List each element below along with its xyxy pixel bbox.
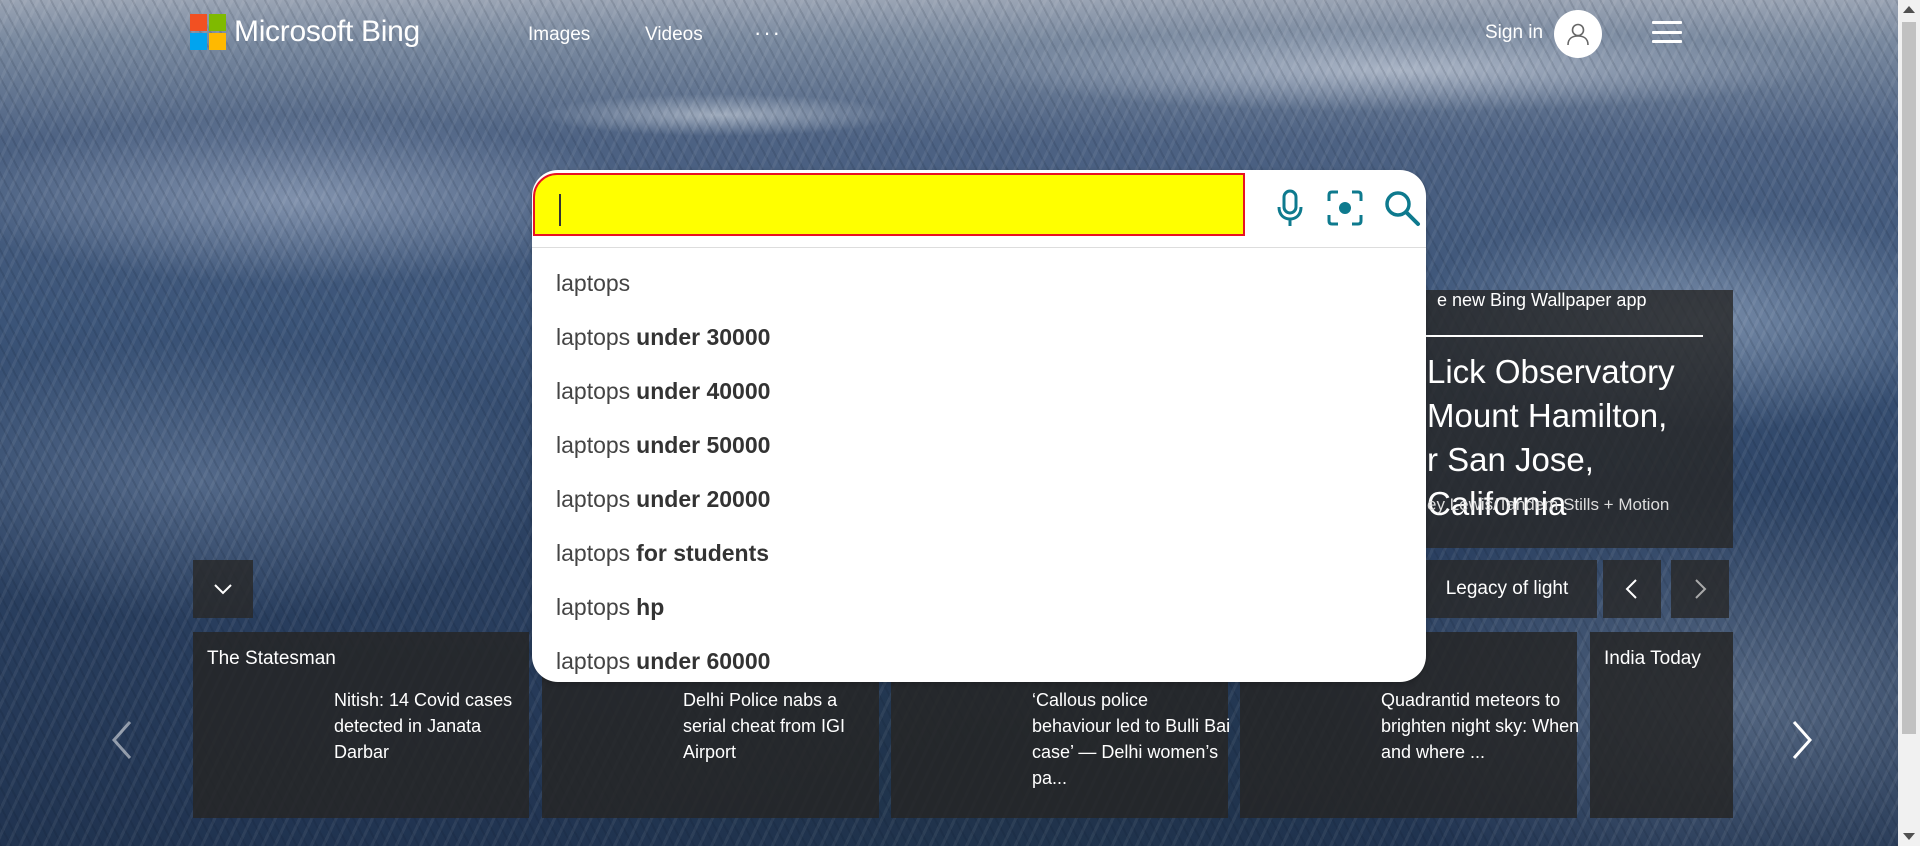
- suggestion-item[interactable]: laptops under 50000: [532, 418, 1426, 472]
- suggestion-item[interactable]: laptops: [532, 256, 1426, 310]
- suggestion-item[interactable]: laptops under 20000: [532, 472, 1426, 526]
- scroll-up-icon[interactable]: [1903, 6, 1915, 13]
- voice-search-button[interactable]: [1270, 188, 1310, 228]
- microphone-icon: [1277, 189, 1303, 226]
- wallpaper-info-card[interactable]: e new Bing Wallpaper app Lick Observator…: [1390, 290, 1733, 548]
- suggestion-item[interactable]: laptops for students: [532, 526, 1426, 580]
- news-prev-icon[interactable]: [108, 720, 138, 760]
- nav-videos[interactable]: Videos: [645, 24, 745, 46]
- wallpaper-credit: ey Lewis/Tandem Stills + Motion: [1427, 495, 1670, 514]
- chevron-right-icon: [1695, 579, 1707, 599]
- scrollbar[interactable]: [1898, 0, 1920, 846]
- sign-in-link[interactable]: Sign in: [1485, 22, 1543, 44]
- scroll-down-icon[interactable]: [1903, 833, 1915, 840]
- search-box: laptops laptops under 30000 laptops under …: [532, 170, 1426, 682]
- user-icon: [1567, 23, 1589, 46]
- news-source: India Today: [1604, 648, 1701, 669]
- text-caret: [559, 194, 561, 226]
- visual-search-button[interactable]: [1325, 188, 1365, 228]
- menu-icon[interactable]: [1652, 21, 1682, 43]
- previous-wallpaper-button[interactable]: [1603, 560, 1661, 618]
- suggestion-list: laptops laptops under 30000 laptops under …: [532, 256, 1426, 682]
- news-next-icon[interactable]: [1786, 720, 1816, 760]
- avatar[interactable]: [1554, 10, 1602, 58]
- brand-name: Microsoft Bing: [234, 15, 420, 48]
- news-source: The Statesman: [207, 648, 336, 669]
- news-headline[interactable]: Quadrantid meteors to brighten night sky…: [1381, 687, 1581, 765]
- suggestion-item[interactable]: laptops hp: [532, 580, 1426, 634]
- search-input[interactable]: [533, 173, 1245, 236]
- news-headline[interactable]: Nitish: 14 Covid cases detected in Janat…: [334, 687, 534, 765]
- news-card[interactable]: The Statesman Nitish: 14 Covid cases det…: [193, 632, 529, 818]
- suggestion-item[interactable]: laptops under 60000: [532, 634, 1426, 682]
- bing-logo[interactable]: Microsoft Bing: [190, 14, 420, 50]
- search-submit-button[interactable]: [1382, 188, 1422, 228]
- news-headline[interactable]: Delhi Police nabs a serial cheat from IG…: [683, 687, 883, 765]
- search-icon: [1385, 191, 1420, 226]
- wallpaper-app-link[interactable]: e new Bing Wallpaper app: [1437, 290, 1646, 311]
- divider: [532, 247, 1426, 248]
- nav-images[interactable]: Images: [528, 24, 628, 46]
- news-card[interactable]: India Today: [1590, 632, 1733, 818]
- chevron-down-icon: [214, 584, 232, 595]
- scroll-thumb[interactable]: [1902, 22, 1916, 734]
- suggestion-item[interactable]: laptops under 30000: [532, 310, 1426, 364]
- chevron-left-icon: [1625, 579, 1637, 599]
- news-headline[interactable]: ‘Callous police behaviour led to Bulli B…: [1032, 687, 1232, 791]
- collapse-feed-button[interactable]: [193, 560, 253, 618]
- suggestion-item[interactable]: laptops under 40000: [532, 364, 1426, 418]
- microsoft-logo-icon: [190, 14, 226, 50]
- visual-search-icon: [1327, 190, 1363, 226]
- legacy-of-light-button[interactable]: Legacy of light: [1417, 560, 1597, 618]
- next-wallpaper-button[interactable]: [1671, 560, 1729, 618]
- more-icon[interactable]: ···: [754, 20, 782, 46]
- divider: [1410, 335, 1703, 337]
